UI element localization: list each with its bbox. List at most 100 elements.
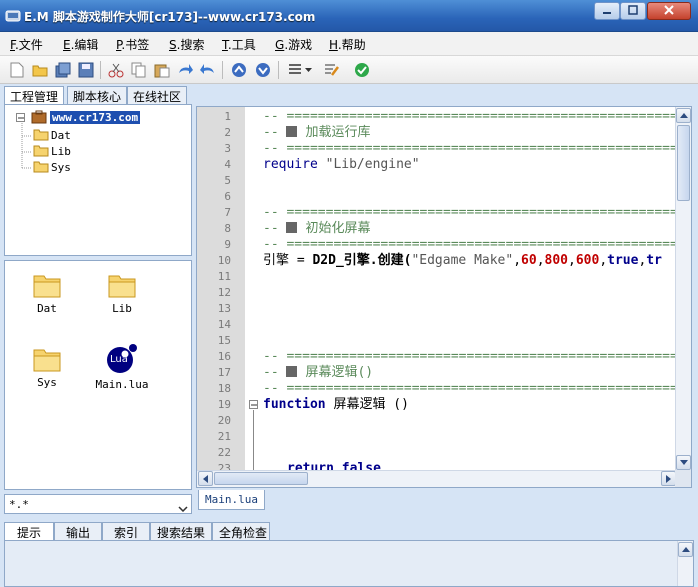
cut-icon[interactable] (107, 61, 125, 79)
line-number: 18 (217, 382, 231, 395)
folder-icon (33, 145, 49, 160)
code-line: -- =====================================… (263, 349, 691, 364)
menu-search[interactable]: S.搜索 (169, 36, 204, 53)
tree-item-dat[interactable]: Dat (33, 128, 71, 144)
toolbar-separator (100, 61, 101, 79)
icon-item-sys[interactable]: Sys (27, 345, 67, 389)
fold-margin (245, 107, 261, 471)
tab-search-results[interactable]: 搜索结果 (150, 522, 212, 540)
vertical-scrollbar[interactable] (675, 107, 691, 471)
maximize-icon (628, 4, 638, 18)
app-icon (5, 8, 21, 24)
line-number: 14 (217, 318, 231, 331)
tree-item-lib[interactable]: Lib (33, 144, 71, 160)
line-number-gutter: 1 2 3 4 5 6 7 8 9 10 11 12 13 14 15 16 1… (197, 107, 245, 475)
line-number: 1 (224, 110, 231, 123)
open-folder-icon[interactable] (31, 61, 49, 79)
icon-label: Sys (37, 376, 57, 389)
toolbar-separator (222, 61, 223, 79)
redo-icon[interactable] (176, 61, 194, 79)
code-line: -- 初始化屏幕 (263, 221, 371, 236)
output-scrollbar[interactable] (677, 541, 693, 586)
tab-hints[interactable]: 提示 (4, 522, 54, 540)
chevron-down-icon[interactable] (178, 501, 188, 515)
menu-edit[interactable]: E.编辑 (63, 36, 98, 53)
line-number: 9 (224, 238, 231, 251)
code-line: -- =====================================… (263, 109, 691, 124)
line-number: 3 (224, 142, 231, 155)
line-number: 4 (224, 158, 231, 171)
code-line: 引擎 = D2D_引擎.创建("Edgame Make",60,800,600,… (263, 253, 662, 268)
line-number: 12 (217, 286, 231, 299)
folder-icon (33, 161, 49, 176)
menu-tools[interactable]: T.工具 (222, 36, 256, 53)
line-number: 17 (217, 366, 231, 379)
lua-icon: Lua (105, 343, 139, 375)
fold-line (253, 410, 254, 471)
menu-game[interactable]: G.游戏 (275, 36, 312, 53)
scroll-down-icon[interactable] (676, 455, 691, 470)
line-number: 15 (217, 334, 231, 347)
icon-label: Dat (37, 302, 57, 315)
file-tab-main-lua[interactable]: Main.lua (198, 490, 265, 510)
edit-icon[interactable] (322, 61, 340, 79)
tab-fullwidth-check[interactable]: 全角检查 (212, 522, 270, 540)
scroll-right-icon[interactable] (661, 471, 676, 486)
tab-script-core[interactable]: 脚本核心 (67, 86, 128, 104)
copy-icon[interactable] (130, 61, 148, 79)
toolbar-separator (278, 61, 279, 79)
scroll-thumb[interactable] (677, 125, 690, 201)
collapse-toggle[interactable] (16, 113, 25, 122)
icon-item-main-lua[interactable]: Lua Main.lua (95, 343, 149, 391)
menu-help[interactable]: H.帮助 (329, 36, 366, 53)
square-icon (286, 222, 298, 233)
icon-item-lib[interactable]: Lib (102, 271, 142, 315)
output-panel (4, 540, 694, 587)
dropdown-arrow-icon[interactable] (304, 61, 314, 79)
nav-down-icon[interactable] (254, 61, 272, 79)
tab-output[interactable]: 输出 (54, 522, 102, 540)
save-all-icon[interactable] (54, 61, 72, 79)
icon-item-dat[interactable]: Dat (27, 271, 67, 315)
close-button[interactable] (647, 2, 691, 20)
save-icon[interactable] (77, 61, 95, 79)
maximize-button[interactable] (620, 2, 646, 20)
scroll-thumb[interactable] (214, 472, 308, 485)
list-icon[interactable] (286, 61, 304, 79)
code-line: -- =====================================… (263, 237, 691, 252)
tab-project-manager[interactable]: 工程管理 (4, 86, 65, 105)
minimize-icon (602, 4, 612, 18)
scroll-up-icon[interactable] (676, 108, 691, 123)
tree-root-label[interactable]: www.cr173.com (50, 111, 141, 124)
line-number: 10 (217, 254, 231, 267)
menu-bookmark[interactable]: P.书签 (116, 36, 149, 53)
line-number: 7 (224, 206, 231, 219)
folder-icon (33, 129, 49, 144)
horizontal-scrollbar[interactable] (197, 470, 677, 487)
tab-online-community[interactable]: 在线社区 (127, 86, 188, 104)
paste-icon[interactable] (153, 61, 171, 79)
undo-icon[interactable] (199, 61, 217, 79)
scroll-left-icon[interactable] (198, 471, 213, 486)
code-line: -- 屏幕逻辑() (263, 365, 374, 380)
tree-item-sys[interactable]: Sys (33, 160, 71, 176)
minimize-button[interactable] (594, 2, 620, 20)
code-line: -- =====================================… (263, 205, 691, 220)
icon-label: Lib (112, 302, 132, 315)
code-editor[interactable]: 1 2 3 4 5 6 7 8 9 10 11 12 13 14 15 16 1… (196, 106, 692, 488)
scroll-up-icon[interactable] (678, 542, 693, 557)
line-number: 5 (224, 174, 231, 187)
menu-file[interactable]: F.文件 (10, 36, 43, 53)
check-icon[interactable] (353, 61, 371, 79)
folder-icon (107, 275, 137, 302)
line-number: 2 (224, 126, 231, 139)
nav-up-icon[interactable] (230, 61, 248, 79)
line-number: 13 (217, 302, 231, 315)
fold-toggle-icon[interactable] (249, 400, 258, 409)
new-file-icon[interactable] (8, 61, 26, 79)
briefcase-icon (31, 110, 47, 127)
tab-index[interactable]: 索引 (102, 522, 150, 540)
file-filter-select[interactable]: *.* (4, 494, 192, 514)
window-title: E.M 脚本游戏制作大师[cr173]--www.cr173.com (24, 10, 316, 24)
line-number: 16 (217, 350, 231, 363)
